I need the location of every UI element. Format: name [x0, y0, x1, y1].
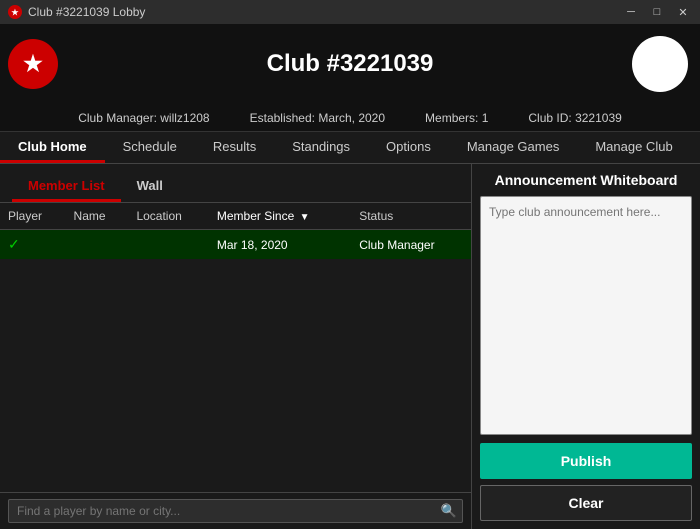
- nav-tabs: Club Home Schedule Results Standings Opt…: [0, 132, 700, 164]
- cell-member-since: Mar 18, 2020: [209, 230, 351, 260]
- clear-button[interactable]: Clear: [480, 485, 692, 521]
- search-wrapper: 🔍: [8, 499, 463, 523]
- logo-star: ★: [23, 51, 43, 77]
- club-id-info: Club ID: 3221039: [528, 111, 621, 125]
- tab-club-home[interactable]: Club Home: [0, 132, 105, 163]
- search-bar: 🔍: [0, 492, 471, 529]
- search-input[interactable]: [8, 499, 463, 523]
- member-table-container: Player Name Location Member Since ▼ Stat…: [0, 203, 471, 492]
- tab-schedule[interactable]: Schedule: [105, 132, 195, 163]
- title-bar-text: Club #3221039 Lobby: [28, 5, 145, 19]
- tab-manage-club[interactable]: Manage Club: [577, 132, 690, 163]
- search-icon: 🔍: [441, 503, 457, 519]
- left-panel: Member List Wall Player Name Location Me…: [0, 164, 472, 529]
- cell-status: Club Manager: [351, 230, 471, 260]
- main-content: Member List Wall Player Name Location Me…: [0, 164, 700, 529]
- tab-results[interactable]: Results: [195, 132, 274, 163]
- cell-player: [66, 230, 129, 260]
- table-header-row: Player Name Location Member Since ▼ Stat…: [0, 203, 471, 230]
- sub-tabs: Member List Wall: [0, 164, 471, 203]
- cell-location: [128, 230, 208, 260]
- member-table-body: ✓ Mar 18, 2020 Club Manager: [0, 230, 471, 260]
- col-member-since[interactable]: Member Since ▼: [209, 203, 351, 230]
- subtab-member-list[interactable]: Member List: [12, 172, 121, 202]
- avatar: [632, 36, 688, 92]
- col-location[interactable]: Location: [128, 203, 208, 230]
- app-icon: ★: [8, 5, 22, 19]
- col-name[interactable]: Name: [66, 203, 129, 230]
- tab-standings[interactable]: Standings: [274, 132, 368, 163]
- subtab-wall[interactable]: Wall: [121, 172, 179, 202]
- sort-arrow-icon: ▼: [300, 212, 310, 223]
- close-button[interactable]: ✕: [674, 5, 692, 19]
- club-manager-info: Club Manager: willz1208: [78, 111, 209, 125]
- maximize-button[interactable]: □: [648, 5, 666, 19]
- club-title: Club #3221039: [267, 50, 434, 78]
- tab-options[interactable]: Options: [368, 132, 449, 163]
- header: ★ Club #3221039: [0, 24, 700, 104]
- announcement-textarea[interactable]: [480, 196, 692, 435]
- cell-check: ✓: [0, 230, 66, 260]
- member-table: Player Name Location Member Since ▼ Stat…: [0, 203, 471, 259]
- established-info: Established: March, 2020: [250, 111, 385, 125]
- title-bar-left: ★ Club #3221039 Lobby: [8, 5, 145, 19]
- whiteboard-title: Announcement Whiteboard: [480, 172, 692, 188]
- members-info: Members: 1: [425, 111, 488, 125]
- title-bar: ★ Club #3221039 Lobby ─ □ ✕: [0, 0, 700, 24]
- title-bar-controls[interactable]: ─ □ ✕: [622, 5, 692, 19]
- info-bar: Club Manager: willz1208 Established: Mar…: [0, 104, 700, 132]
- col-player[interactable]: Player: [0, 203, 66, 230]
- logo: ★: [8, 39, 58, 89]
- col-status[interactable]: Status: [351, 203, 471, 230]
- table-row[interactable]: ✓ Mar 18, 2020 Club Manager: [0, 230, 471, 260]
- minimize-button[interactable]: ─: [622, 5, 640, 19]
- publish-button[interactable]: Publish: [480, 443, 692, 479]
- right-panel: Announcement Whiteboard Publish Clear: [472, 164, 700, 529]
- tab-manage-games[interactable]: Manage Games: [449, 132, 578, 163]
